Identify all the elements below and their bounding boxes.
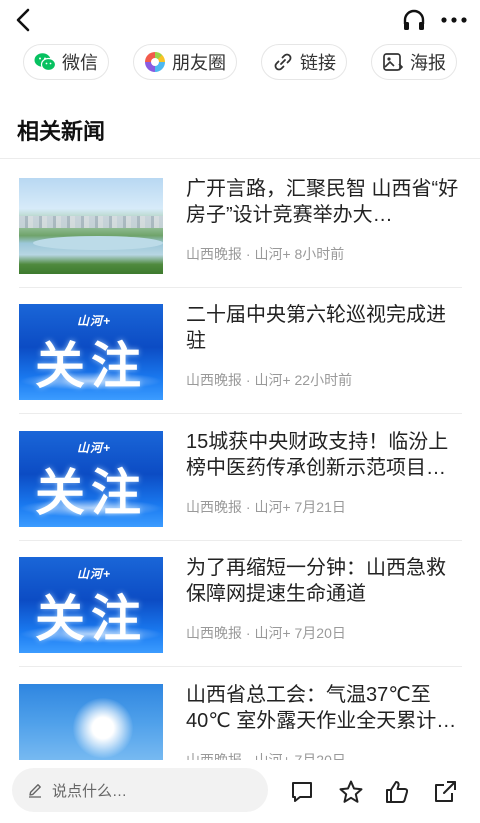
thumb-glow xyxy=(19,625,163,643)
chevron-left-icon xyxy=(16,8,30,32)
like-button[interactable] xyxy=(383,778,411,806)
more-button[interactable] xyxy=(438,6,470,34)
share-moments-label: 朋友圈 xyxy=(172,53,226,73)
wechat-icon xyxy=(34,51,56,73)
thumb-skyline xyxy=(19,216,163,228)
share-poster-label: 海报 xyxy=(410,53,446,73)
share-link-button[interactable]: 链接 xyxy=(261,44,347,80)
news-item-1[interactable]: 广开言路，汇聚民智 山西省“好房子”设计竞赛举办大… 山西晚报 · 山河+ 8小… xyxy=(0,178,480,304)
news-title: 二十届中央第六轮巡视完成进驻 xyxy=(186,304,446,352)
share-moments-button[interactable]: 朋友圈 xyxy=(133,44,237,80)
news-meta: 山西晚报 · 山河+ 7月20日 xyxy=(186,625,346,641)
item-divider xyxy=(19,413,462,414)
news-thumbnail: 山河+ 关注 xyxy=(19,557,163,653)
more-dots-icon xyxy=(441,17,467,23)
news-item-3[interactable]: 山河+ 关注 15城获中央财政支持！临汾上榜中医药传承创新示范项目… 山西晚报 … xyxy=(0,431,480,557)
comment-button[interactable] xyxy=(288,778,316,806)
section-divider xyxy=(0,158,480,159)
news-title: 为了再缩短一分钟：山西急救保障网提速生命通道 xyxy=(186,557,446,605)
listen-button[interactable] xyxy=(400,6,428,34)
pencil-icon xyxy=(26,781,44,799)
star-icon xyxy=(339,780,363,803)
news-item-2[interactable]: 山河+ 关注 二十届中央第六轮巡视完成进驻 山西晚报 · 山河+ 22小时前 xyxy=(0,304,480,430)
item-divider xyxy=(19,287,462,288)
share-wechat-label: 微信 xyxy=(62,53,98,73)
share-icon xyxy=(435,781,456,802)
news-title: 广开言路，汇聚民智 山西省“好房子”设计竞赛举办大… xyxy=(186,178,459,226)
thumbs-up-icon xyxy=(386,781,409,803)
news-thumbnail: 山河+ 关注 xyxy=(19,304,163,400)
news-thumbnail: 山河+ 关注 xyxy=(19,431,163,527)
thumb-glow xyxy=(19,499,163,517)
news-title: 山西省总工会：气温37℃至40℃ 室外露天作业全天累计… xyxy=(186,684,457,732)
back-button[interactable] xyxy=(10,6,36,34)
news-thumbnail xyxy=(19,178,163,274)
item-divider xyxy=(19,540,462,541)
share-link-label: 链接 xyxy=(300,53,336,73)
comment-input[interactable]: 说点什么… xyxy=(12,768,268,812)
comment-placeholder: 说点什么… xyxy=(52,782,128,800)
poster-icon xyxy=(382,51,404,73)
news-title: 15城获中央财政支持！临汾上榜中医药传承创新示范项目… xyxy=(186,431,449,479)
news-meta: 山西晚报 · 山河+ 7月21日 xyxy=(186,499,346,515)
thumb-glow xyxy=(19,372,163,390)
news-meta: 山西晚报 · 山河+ 8小时前 xyxy=(186,246,345,262)
share-poster-button[interactable]: 海报 xyxy=(371,44,457,80)
comment-icon xyxy=(292,782,312,802)
related-news-title: 相关新闻 xyxy=(17,119,106,144)
link-icon xyxy=(272,51,294,73)
favorite-button[interactable] xyxy=(337,778,365,806)
share-button[interactable] xyxy=(431,778,459,806)
thumb-lake xyxy=(33,236,163,250)
share-row: 微信 朋友圈 链接 海报 xyxy=(0,44,480,84)
share-wechat-button[interactable]: 微信 xyxy=(23,44,109,80)
news-meta: 山西晚报 · 山河+ 22小时前 xyxy=(186,372,353,388)
item-divider xyxy=(19,666,462,667)
moments-icon xyxy=(144,51,166,73)
news-item-4[interactable]: 山河+ 关注 为了再缩短一分钟：山西急救保障网提速生命通道 山西晚报 · 山河+… xyxy=(0,557,480,683)
bottom-action-bar: 说点什么… xyxy=(0,760,480,823)
top-bar xyxy=(0,0,480,40)
headphones-icon xyxy=(403,9,425,30)
thumb-sun xyxy=(73,698,133,758)
